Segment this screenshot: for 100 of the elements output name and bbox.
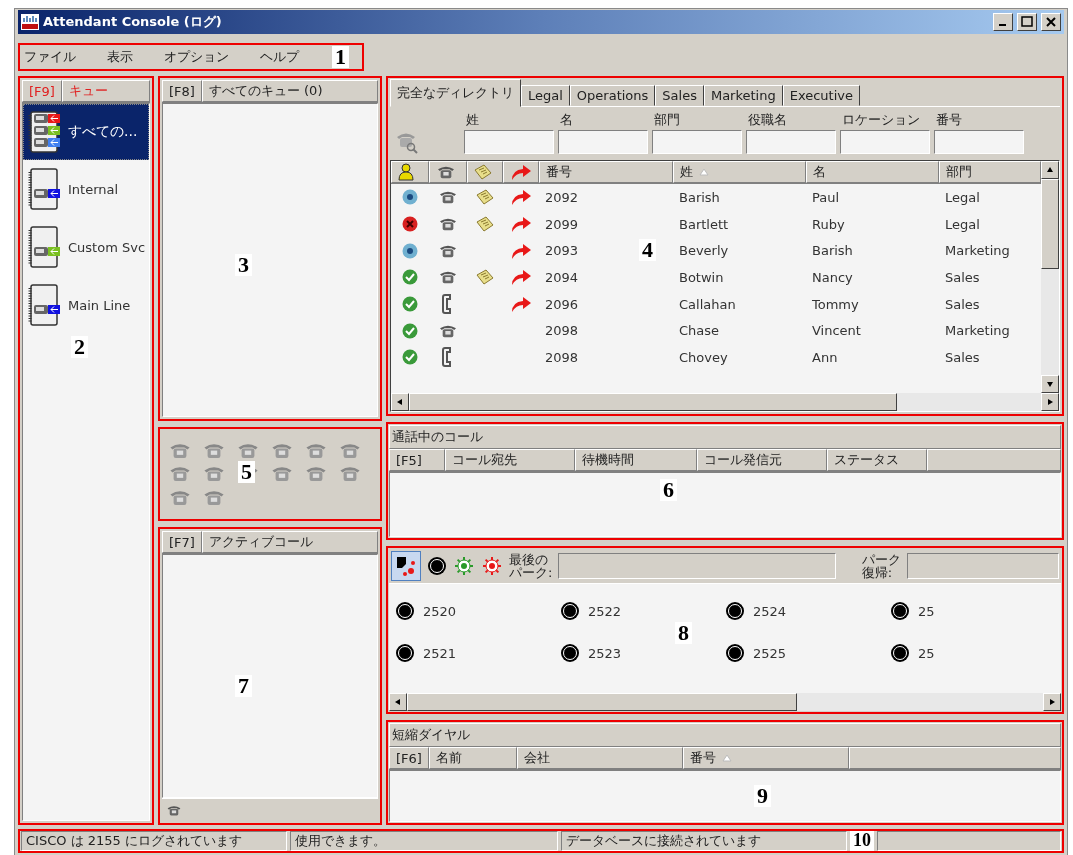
field-label: 最後の xyxy=(509,553,549,566)
scrollbar-thumb[interactable] xyxy=(1041,179,1059,269)
queue-item[interactable]: Main Line xyxy=(23,276,149,334)
arrow-left-icon[interactable] xyxy=(394,698,402,706)
queue-item[interactable]: Custom Svc xyxy=(23,218,149,276)
column-header[interactable]: 番号 xyxy=(683,747,849,769)
arrow-left-icon[interactable] xyxy=(396,398,404,406)
park-slot-number[interactable]: 2523 xyxy=(588,645,622,661)
column-header[interactable]: 姓 xyxy=(673,161,806,183)
filter-field[interactable] xyxy=(652,130,742,154)
column-header[interactable]: すべてのキュー (0) xyxy=(201,80,378,102)
column-header[interactable] xyxy=(503,161,539,183)
queue-item[interactable]: すべての... xyxy=(23,104,149,160)
filter-field[interactable] xyxy=(746,130,836,154)
table-cell: Vincent xyxy=(812,323,861,339)
park-slot-number[interactable]: 2521 xyxy=(423,645,457,661)
park-slot-icon xyxy=(725,643,745,663)
table-cell: Botwin xyxy=(679,269,724,285)
phone-icon xyxy=(438,216,458,233)
field-label: 名 xyxy=(559,111,574,129)
column-header[interactable]: 会社 xyxy=(517,747,683,769)
minimize-icon[interactable] xyxy=(993,13,1013,31)
panel-title: 通話中のコール xyxy=(389,425,1061,449)
filter-field[interactable] xyxy=(558,130,648,154)
callout-number: 2 xyxy=(71,336,88,358)
column-header[interactable] xyxy=(429,161,467,183)
park-slot-number[interactable]: 2525 xyxy=(753,645,787,661)
forward-arrow-icon xyxy=(510,295,532,314)
park-slot-number[interactable]: 2520 xyxy=(423,603,457,619)
table-cell: Ann xyxy=(812,349,838,365)
column-header[interactable] xyxy=(391,161,429,183)
column-header[interactable]: [F6] xyxy=(389,747,429,769)
menu-item[interactable]: 表示 xyxy=(107,48,133,66)
column-header[interactable]: ステータス xyxy=(827,449,927,471)
park-slot-number[interactable]: 2522 xyxy=(588,603,622,619)
menu-item[interactable]: ファイル xyxy=(24,48,76,66)
close-icon[interactable] xyxy=(1041,13,1061,31)
column-header[interactable] xyxy=(467,161,503,183)
filter-field[interactable] xyxy=(934,130,1024,154)
table-cell: 2094 xyxy=(545,269,579,285)
phone-icon xyxy=(168,464,192,484)
forward-arrow-icon xyxy=(510,163,532,181)
sort-arrow-icon xyxy=(699,168,709,176)
tab[interactable]: 完全なディレクトリ xyxy=(390,79,521,107)
park-slot-icon xyxy=(560,601,580,621)
phone-icon xyxy=(438,269,458,286)
note-icon xyxy=(476,216,494,233)
column-header[interactable]: 名 xyxy=(806,161,939,183)
tab[interactable]: Executive xyxy=(782,85,860,106)
tab[interactable]: Legal xyxy=(521,85,570,106)
callout-number: 5 xyxy=(238,461,255,483)
table-cell: Sales xyxy=(945,269,980,285)
filter-field[interactable] xyxy=(464,130,554,154)
filter-field[interactable] xyxy=(840,130,930,154)
phone-icon xyxy=(338,441,362,461)
column-header[interactable]: 部門 xyxy=(939,161,1041,183)
park-slot-number[interactable]: 2524 xyxy=(753,603,787,619)
field-label: 部門 xyxy=(653,111,681,129)
park-slot-icon xyxy=(890,643,910,663)
scrollbar-thumb[interactable] xyxy=(409,393,897,411)
arrow-down-icon[interactable] xyxy=(1046,380,1054,388)
phone-icon xyxy=(236,441,260,461)
maximize-icon[interactable] xyxy=(1017,13,1037,31)
queue-item[interactable]: Internal xyxy=(23,160,149,218)
callout-number: 1 xyxy=(332,46,349,68)
table-cell: Beverly xyxy=(679,243,729,259)
phone-icon xyxy=(304,464,328,484)
table-cell: 2098 xyxy=(545,323,579,339)
table-cell: Ruby xyxy=(812,216,845,232)
sort-arrow-icon xyxy=(722,754,732,762)
tab[interactable]: Operations xyxy=(569,85,656,106)
arrow-up-icon[interactable] xyxy=(1046,166,1054,174)
column-header[interactable]: コール宛先 xyxy=(445,449,575,471)
arrow-right-icon[interactable] xyxy=(1046,398,1054,406)
arrow-right-icon[interactable] xyxy=(1048,698,1056,706)
spiky-circle-icon xyxy=(453,555,475,577)
park-slot-icon xyxy=(395,601,415,621)
column-header[interactable]: [F5] xyxy=(389,449,445,471)
park-slot-number[interactable]: 25 xyxy=(918,645,935,661)
menu-item[interactable]: オプション xyxy=(164,48,229,66)
table-cell: Sales xyxy=(945,349,980,365)
column-header[interactable]: [F8] xyxy=(162,80,202,102)
field-label: 復帰: xyxy=(861,566,893,579)
column-header[interactable]: 待機時間 xyxy=(575,449,697,471)
column-header[interactable]: 名前 xyxy=(429,747,517,769)
park-selector-icon[interactable] xyxy=(391,551,421,581)
tab[interactable]: Marketing xyxy=(703,85,783,106)
scrollbar-thumb[interactable] xyxy=(407,693,797,711)
table-cell: 2093 xyxy=(545,243,579,259)
menu-item[interactable]: ヘルプ xyxy=(260,48,299,66)
table-cell: Barish xyxy=(679,189,720,205)
tab[interactable]: Sales xyxy=(655,85,704,106)
column-header[interactable]: 番号 xyxy=(539,161,673,183)
column-header[interactable]: コール発信元 xyxy=(697,449,827,471)
column-header[interactable]: [F7] xyxy=(162,531,202,553)
park-slot-number[interactable]: 25 xyxy=(918,603,935,619)
table-cell: 2092 xyxy=(545,189,579,205)
phone-icon xyxy=(202,441,226,461)
column-header[interactable]: アクティブコール xyxy=(201,531,378,553)
field-label: 役職名 xyxy=(747,111,788,129)
